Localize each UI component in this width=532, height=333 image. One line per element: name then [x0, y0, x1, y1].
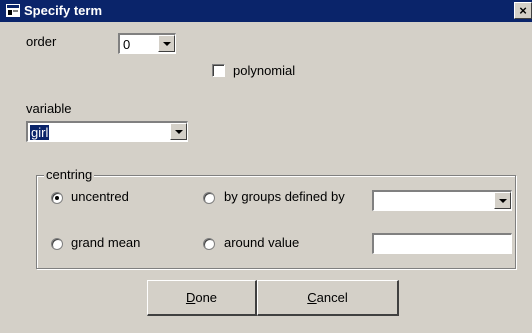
chevron-down-icon[interactable] — [494, 192, 511, 209]
cancel-mnemonic: C — [307, 290, 317, 305]
variable-select[interactable]: girl — [26, 121, 188, 142]
radio-grand-mean[interactable] — [51, 238, 63, 250]
variable-value: girl — [28, 124, 51, 141]
radio-uncentred-label: uncentred — [71, 189, 129, 204]
variable-label: variable — [26, 101, 72, 116]
app-icon — [6, 4, 20, 17]
title-bar: Specify term × — [0, 0, 532, 22]
chevron-down-icon[interactable] — [170, 123, 187, 140]
radio-by-groups-label: by groups defined by — [224, 189, 345, 204]
cancel-button[interactable]: Cancel — [257, 280, 399, 316]
chevron-down-icon[interactable] — [158, 35, 175, 52]
radio-around-value[interactable] — [203, 238, 215, 250]
radio-uncentred[interactable] — [51, 192, 63, 204]
centring-group-title: centring — [44, 167, 95, 182]
order-value: 0 — [123, 37, 131, 52]
radio-around-value-label: around value — [224, 235, 300, 250]
done-button[interactable]: Done — [147, 280, 257, 316]
order-select[interactable]: 0 — [118, 33, 176, 54]
window-title: Specify term — [24, 3, 103, 18]
radio-by-groups[interactable] — [203, 192, 215, 204]
around-value-input[interactable] — [372, 233, 512, 254]
polynomial-label: polynomial — [233, 63, 296, 78]
done-label: one — [195, 290, 218, 305]
cancel-label: ancel — [316, 290, 348, 305]
groups-select[interactable] — [372, 190, 512, 211]
close-button[interactable]: × — [514, 2, 532, 19]
order-label: order — [26, 34, 57, 49]
done-mnemonic: D — [185, 290, 196, 305]
radio-grand-mean-label: grand mean — [71, 235, 141, 250]
polynomial-checkbox[interactable] — [212, 64, 225, 77]
